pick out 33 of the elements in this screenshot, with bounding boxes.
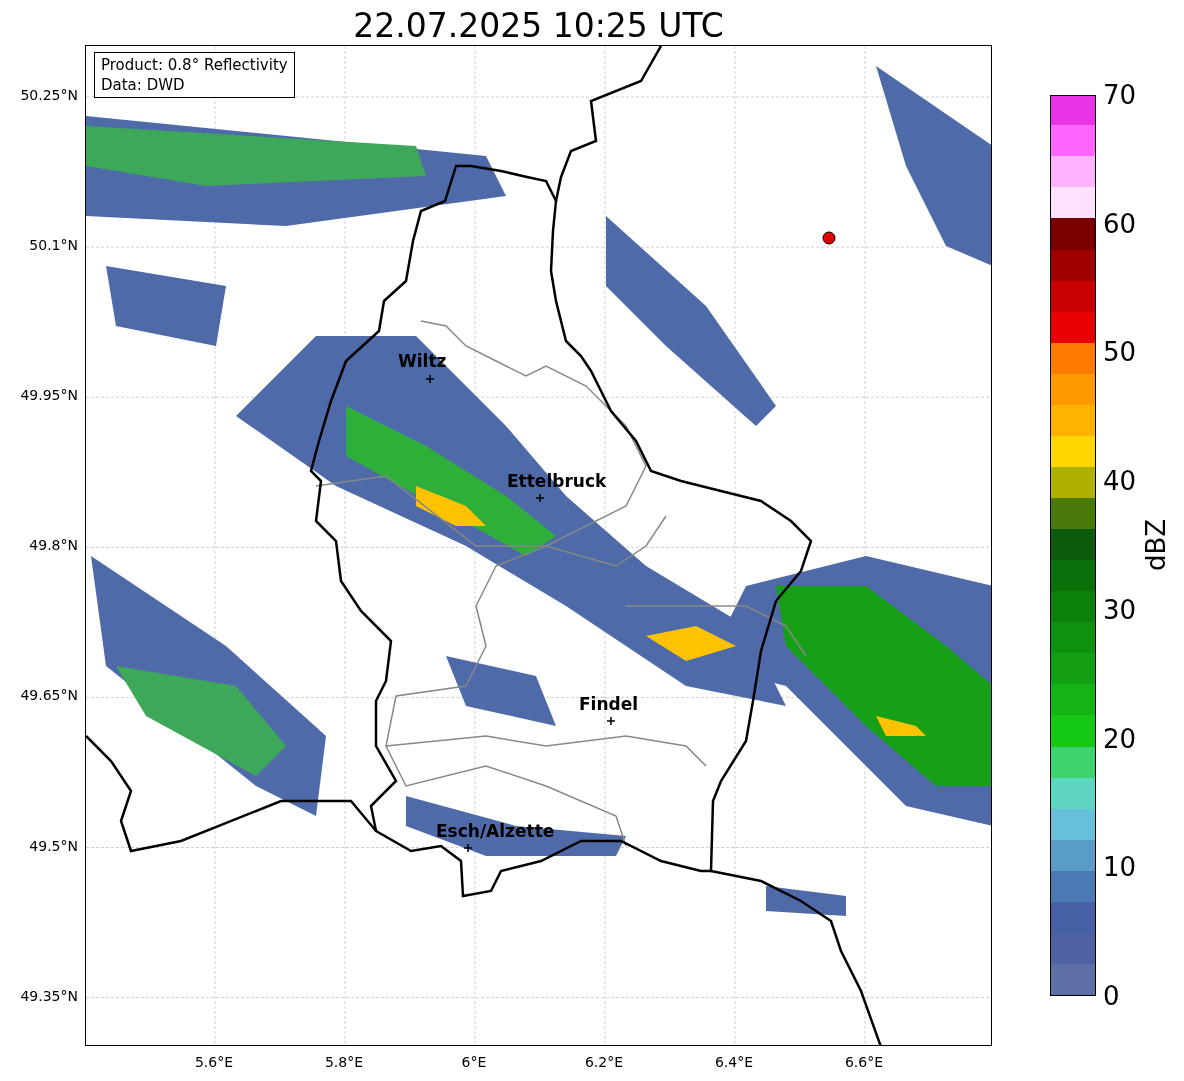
- cross-marker-icon: [426, 375, 434, 383]
- latitude-label: 50.1°N: [28, 237, 78, 254]
- latitude-label: 49.35°N: [19, 987, 78, 1004]
- colorbar-tick-label: 30: [1103, 594, 1137, 625]
- latitude-label: 49.5°N: [28, 837, 78, 854]
- latitude-label: 49.8°N: [28, 537, 78, 554]
- longitude-label: 5.8°E: [323, 1054, 365, 1070]
- info-text: Product: 0.8° Reflectivity: [101, 55, 288, 75]
- latitude-label: 49.65°N: [19, 687, 78, 704]
- latitude-label: 49.95°N: [19, 387, 78, 404]
- place-label: Findel: [579, 694, 639, 714]
- colorbar-tick-label: 10: [1103, 852, 1137, 883]
- colorbar-tick-label: 0: [1103, 981, 1120, 1011]
- colorbar-tick-label: 20: [1103, 723, 1137, 754]
- longitude-label: 6.6°E: [843, 1054, 885, 1070]
- longitude-label: 5.6°E: [193, 1054, 235, 1070]
- place-label: Wiltz: [398, 351, 447, 371]
- longitude-label: 6.2°E: [583, 1054, 625, 1070]
- latitude-label: 50.25°N: [19, 87, 78, 103]
- colorbar-label: dBZ: [1141, 518, 1172, 572]
- info-text: Data: DWD: [101, 75, 186, 95]
- location-dot-icon: [822, 231, 836, 245]
- chart-title: 22.07.2025 10:25 UTC: [352, 6, 725, 46]
- colorbar-tick-label: 60: [1103, 208, 1137, 239]
- colorbar-tick-label: 50: [1103, 337, 1137, 368]
- colorbar-tick-label: 40: [1103, 466, 1137, 497]
- place-label: Esch/Alzette: [436, 821, 555, 841]
- colorbar-tick-label: 70: [1103, 80, 1137, 110]
- cross-marker-icon: [464, 844, 472, 852]
- cross-marker-icon: [607, 717, 615, 725]
- longitude-label: 6.4°E: [713, 1054, 755, 1070]
- cross-marker-icon: [536, 494, 544, 502]
- longitude-label: 6°E: [460, 1054, 488, 1070]
